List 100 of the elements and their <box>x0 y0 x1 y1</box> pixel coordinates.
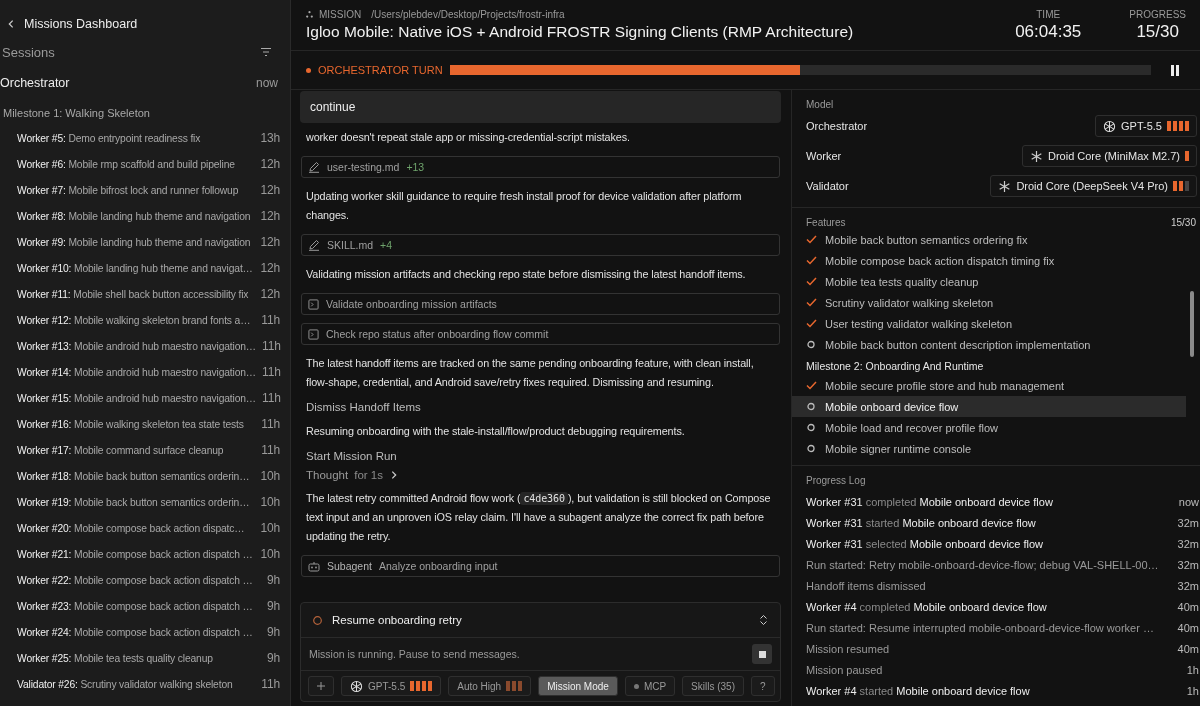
mission-tag: MISSION <box>319 9 362 20</box>
toolbar-chip[interactable]: Skills (35) <box>682 676 744 696</box>
session-item[interactable]: Worker #16: Mobile walking skeleton tea state tests 11h <box>0 411 290 437</box>
circle-icon <box>313 615 322 625</box>
session-item[interactable]: Worker #12: Mobile walking skeleton brand fonts a… 11h <box>0 307 290 333</box>
session-time: 11h <box>262 365 281 379</box>
session-item[interactable]: Validator #26: Scrutiny validator walking skeleton 11h <box>0 671 290 697</box>
session-item[interactable]: Worker #5: Demo entrypoint readiness fix 13h <box>0 125 290 151</box>
toolbar-chip[interactable]: ? <box>751 676 775 696</box>
log-time: 40m <box>1177 600 1200 613</box>
model-chip[interactable]: GPT-5.5 <box>341 676 442 696</box>
command-chip[interactable]: Check repo status after onboarding flow commit <box>301 323 780 345</box>
feature-item[interactable]: Mobile load and recover profile flow <box>792 417 1186 438</box>
session-time: 11h <box>261 313 280 327</box>
feature-item[interactable]: Mobile onboard device flow <box>792 396 1186 417</box>
log-entry: Handoff items dismissed <box>806 579 926 592</box>
effort-chip[interactable]: Auto High <box>448 676 532 696</box>
subagent-chip[interactable]: Subagent Analyze onboarding input <box>301 555 780 577</box>
sessions-heading: Sessions <box>2 44 55 60</box>
log-time: 1h <box>1186 684 1200 697</box>
file-edit-chip[interactable]: SKILL.md +4 <box>301 234 780 256</box>
session-item[interactable]: Orchestrator now <box>0 71 290 95</box>
session-item[interactable]: Worker #10: Mobile landing hub theme and navigat… 12h <box>0 255 290 281</box>
session-item[interactable]: Worker #19: Mobile back button semantics orderin… 10h <box>0 489 290 515</box>
feature-item[interactable]: User testing validator walking skeleton <box>792 313 1186 334</box>
feature-item[interactable]: Mobile back button semantics ordering fix <box>792 229 1186 250</box>
model-selector[interactable]: GPT-5.5 <box>1095 115 1197 137</box>
role-label: Validator <box>806 180 849 192</box>
message-text: Resuming onboarding with the stale-install/flow/product debugging requirements. <box>305 424 686 439</box>
log-time: 40m <box>1177 642 1200 655</box>
message-text: Updating worker skill guidance to require fresh install proof for device validation after platform changes. <box>305 189 743 223</box>
session-item[interactable]: Worker #20: Mobile compose back action dispatc… 10h <box>0 515 290 541</box>
feature-item[interactable]: Mobile secure profile store and hub management <box>792 375 1186 396</box>
session-item[interactable]: Worker #13: Mobile android hub maestro navigation… 11h <box>0 333 290 359</box>
log-entry: Worker #31 started Mobile onboard device flow <box>806 516 1036 529</box>
feature-count: 15/30 <box>1170 216 1196 228</box>
stop-icon <box>758 650 766 658</box>
added-lines: +13 <box>406 161 425 173</box>
time-value: 06:04:35 <box>1015 21 1082 42</box>
user-message: continue <box>300 91 781 123</box>
added-lines: +4 <box>380 239 393 251</box>
command-chip[interactable]: Validate onboarding mission artifacts <box>301 293 780 315</box>
mission-title: Igloo Mobile: Native iOS + Android FROSTR Signing Clients (RMP Architecture) <box>306 23 855 41</box>
feature-item[interactable]: Mobile tea tests quality cleanup <box>792 271 1186 292</box>
session-item[interactable]: Worker #18: Mobile back button semantics orderin… 10h <box>0 463 290 489</box>
session-item[interactable]: Worker #15: Mobile android hub maestro navigation… 11h <box>0 385 290 411</box>
log-entry: Worker #4 started Mobile onboard device flow <box>806 684 1030 697</box>
model-selector[interactable]: Droid Core (MiniMax M2.7) <box>1021 145 1197 167</box>
session-item[interactable]: Worker #11: Mobile shell back button accessibility fix 12h <box>0 281 290 307</box>
feature-item[interactable]: Scrutiny validator walking skeleton <box>792 292 1186 313</box>
status-dot-icon <box>306 67 311 73</box>
message-text: Validating mission artifacts and checking repo state before dismissing the latest handoff items. <box>305 267 747 282</box>
filter-icon[interactable] <box>260 47 272 57</box>
mcp-chip[interactable]: MCP <box>624 676 676 696</box>
message-text: The latest handoff items are tracked on the same pending onboarding feature, with clean install, flow-shape, credential, and Android save/retry fixes required. Dismissing and resuming. <box>305 356 755 390</box>
message-text: The latest retry committed Android flow work ( c4de360 ), but validation is still blocked on Compose text input and an unproven iOS relay claim. I'll have a subagent analyze the correct fix path before updating the retry. <box>305 491 772 544</box>
session-item[interactable]: Worker #17: Mobile command surface cleanup 11h <box>0 437 290 463</box>
terminal-icon <box>308 328 319 340</box>
session-time: 9h <box>266 599 280 613</box>
thought-toggle[interactable]: Thought for 1s <box>300 466 405 484</box>
session-item[interactable]: Worker #9: Mobile landing hub theme and navigation 12h <box>0 229 290 255</box>
status-text: Mission is running. Pause to send messages. <box>309 648 521 660</box>
session-item[interactable]: Worker #14: Mobile android hub maestro navigation… 11h <box>0 359 290 385</box>
expand-icon[interactable] <box>759 614 768 626</box>
session-time: 10h <box>260 495 280 509</box>
session-time: 11h <box>262 339 281 353</box>
session-item[interactable]: Worker #8: Mobile landing hub theme and navigation 12h <box>0 203 290 229</box>
file-edit-chip[interactable]: user-testing.md +13 <box>301 156 780 178</box>
session-time: 11h <box>261 677 280 691</box>
scrollbar-thumb[interactable] <box>1190 291 1194 357</box>
pencil-icon <box>308 239 320 251</box>
log-entry: Mission paused <box>806 663 883 676</box>
session-item[interactable]: Worker #22: Mobile compose back action dispatch … 9h <box>0 567 290 593</box>
session-item[interactable]: Worker #23: Mobile compose back action dispatch … 9h <box>0 593 290 619</box>
session-time: now <box>256 76 278 90</box>
session-time: 12h <box>260 209 280 223</box>
action-label: Start Mission Run <box>305 449 398 464</box>
model-selector[interactable]: Droid Core (DeepSeek V4 Pro) <box>990 175 1197 197</box>
feature-item[interactable]: Mobile signer runtime console <box>792 438 1186 459</box>
asterisk-icon <box>998 179 1012 193</box>
log-entry: Worker #31 selected Mobile onboard device flow <box>806 537 1044 550</box>
back-link[interactable]: Missions Dashboard <box>0 0 290 31</box>
action-label: Dismiss Handoff Items <box>305 400 422 415</box>
status-dot-icon <box>633 683 639 689</box>
session-item[interactable]: Worker #6: Mobile rmp scaffold and build pipeline 12h <box>0 151 290 177</box>
session-item[interactable]: Worker #7: Mobile bifrost lock and runner followup 12h <box>0 177 290 203</box>
feature-item[interactable]: Mobile compose back action dispatch timing fix <box>792 250 1186 271</box>
session-time: 11h <box>261 443 280 457</box>
task-title: Resume onboarding retry <box>332 614 463 626</box>
add-button[interactable] <box>308 676 334 696</box>
session-item[interactable]: Worker #25: Mobile tea tests quality cleanup 9h <box>0 645 290 671</box>
stop-button[interactable] <box>752 644 772 664</box>
role-label: Orchestrator <box>806 120 868 132</box>
session-item[interactable]: Worker #24: Mobile compose back action dispatch … 9h <box>0 619 290 645</box>
section-heading: Model <box>806 98 834 110</box>
session-time: 12h <box>260 287 280 301</box>
session-item[interactable]: Worker #21: Mobile compose back action dispatch … 10h <box>0 541 290 567</box>
mode-chip[interactable]: Mission Mode <box>538 676 618 696</box>
feature-item[interactable]: Mobile back button content description implementation <box>792 334 1186 355</box>
pause-icon[interactable] <box>1170 64 1180 76</box>
